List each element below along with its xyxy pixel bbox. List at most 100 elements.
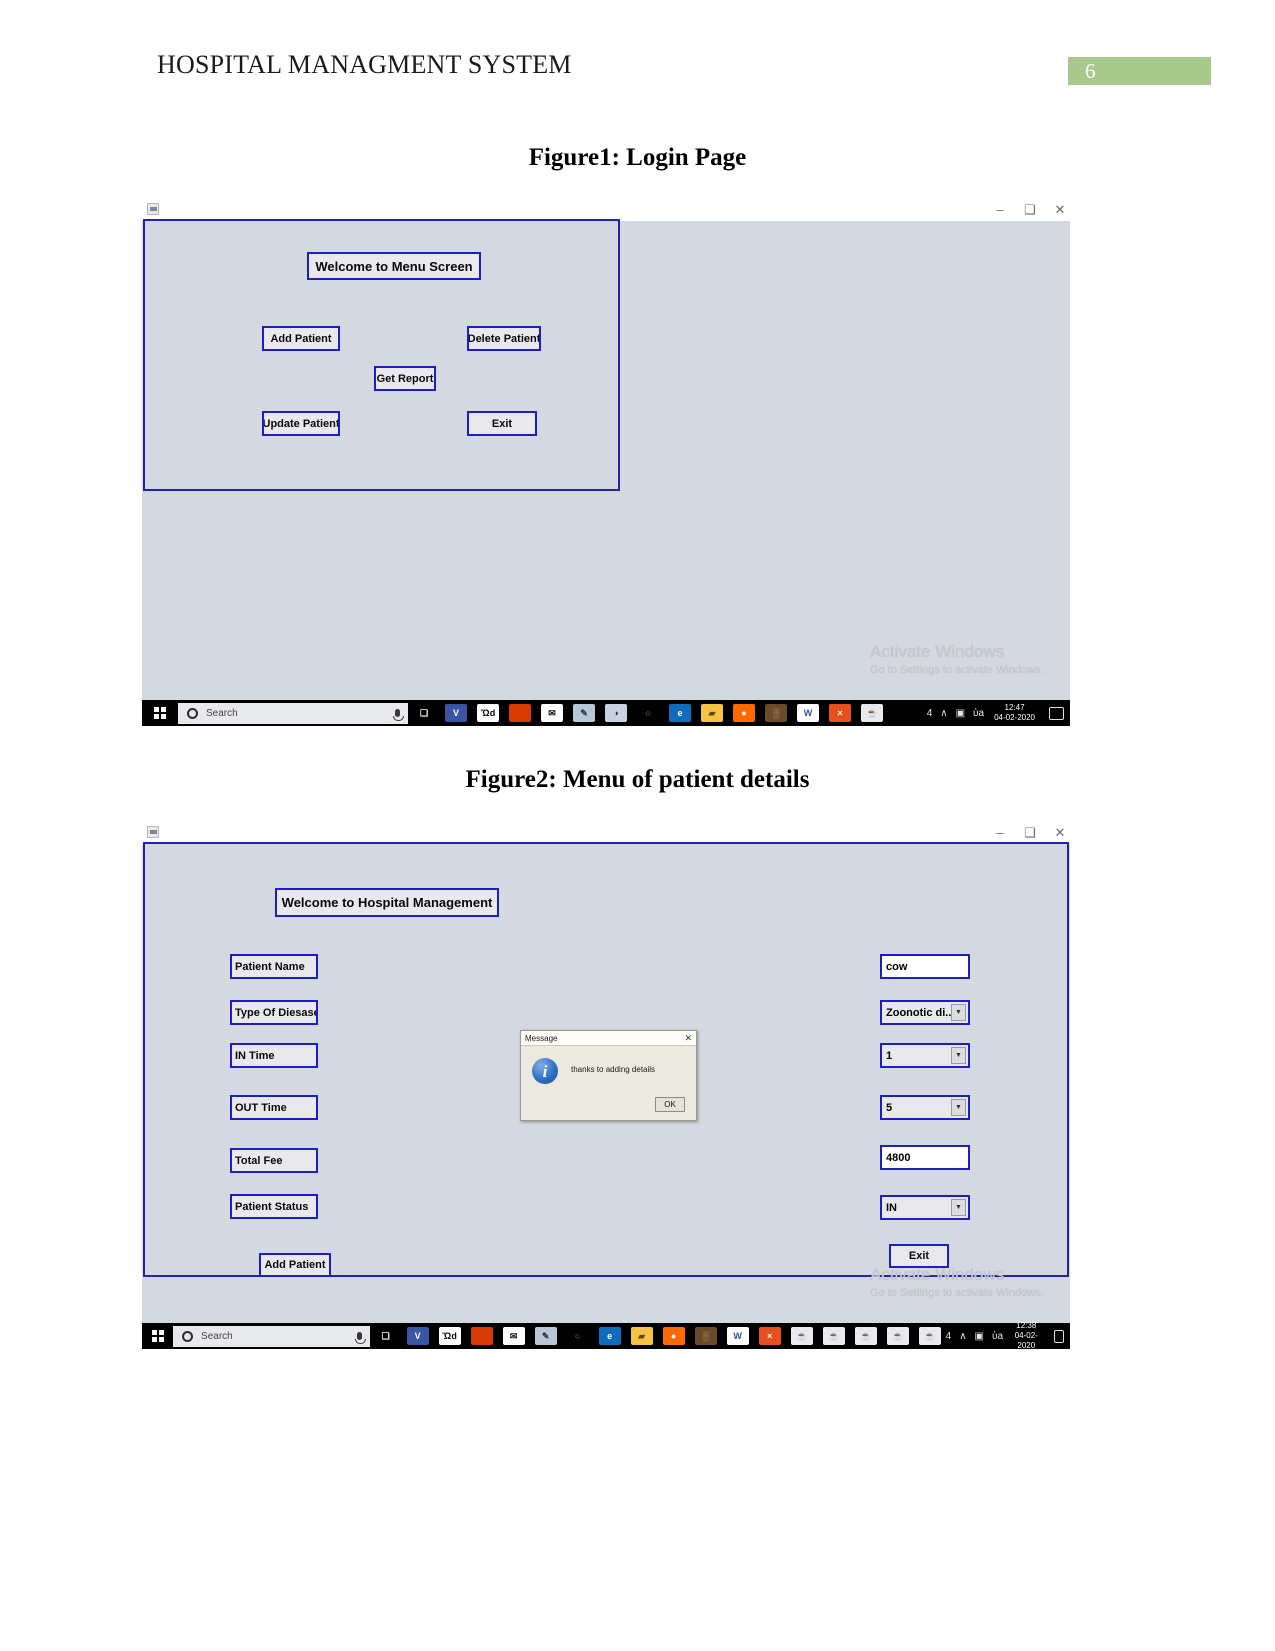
word-icon[interactable]: W	[727, 1327, 749, 1345]
notification-center-icon[interactable]	[1049, 707, 1064, 720]
taskbar-search-box[interactable]: Search	[173, 1326, 370, 1347]
show-hidden-icons[interactable]: ∧	[940, 708, 947, 719]
paint-icon[interactable]: ✎	[573, 704, 595, 722]
java-app-1-icon[interactable]: ☕	[791, 1327, 813, 1345]
office-icon[interactable]	[471, 1327, 493, 1345]
cortana-icon	[187, 708, 198, 719]
input-patient-name[interactable]: cow	[880, 954, 970, 979]
paint-icon[interactable]: ✎	[535, 1327, 557, 1345]
java-app-5-icon[interactable]: ☕	[919, 1327, 941, 1345]
label-type-of-diseases: Type Of Diesases	[230, 1000, 318, 1025]
xmind-icon[interactable]: ×	[829, 704, 851, 722]
select-in-time[interactable]: 1 ▼	[880, 1043, 970, 1068]
visio-icon[interactable]: V	[445, 704, 467, 722]
watermark-line-1: Activate Windows	[870, 642, 1044, 662]
game-icon[interactable]: ░	[765, 704, 787, 722]
chevron-down-icon[interactable]: ▼	[951, 1099, 966, 1116]
activate-windows-watermark: Activate Windows Go to Settings to activ…	[870, 1265, 1044, 1299]
welcome-title-box: Welcome to Menu Screen	[307, 252, 481, 280]
input-total-fee[interactable]: 4800	[880, 1145, 970, 1170]
taskbar-clock[interactable]: 12:47 04-02-2020	[994, 703, 1035, 723]
mail-icon[interactable]: ✉	[541, 704, 563, 722]
show-hidden-icons[interactable]: ∧	[959, 1331, 966, 1342]
activate-windows-watermark: Activate Windows Go to Settings to activ…	[870, 642, 1044, 676]
microsoft-store-icon[interactable]: Ὤd	[439, 1327, 461, 1345]
mail-icon[interactable]: ✉	[503, 1327, 525, 1345]
network-icon[interactable]: ▣	[956, 708, 965, 719]
select-type-of-diseases[interactable]: Zoonotic di... ▼	[880, 1000, 970, 1025]
select-out-time[interactable]: 5 ▼	[880, 1095, 970, 1120]
network-icon[interactable]: ▣	[975, 1331, 984, 1342]
word-icon[interactable]: W	[797, 704, 819, 722]
taskbar-search-box[interactable]: Search	[178, 703, 408, 724]
firefox-icon[interactable]: ●	[733, 704, 755, 722]
microsoft-store-icon[interactable]: Ὤd	[477, 704, 499, 722]
file-explorer-icon[interactable]: ▰	[701, 704, 723, 722]
update-patient-button[interactable]: Update Patient	[262, 411, 340, 436]
windows-taskbar: Search ❑ V Ὤd ✉ ✎ ◑ ○ e ▰ ● ░ W × ☕ ὆4 ∧ ▣ ὐa 12:47 04-0…	[142, 700, 1070, 726]
task-view-icon[interactable]: ❑	[413, 704, 435, 722]
windows-logo-icon	[152, 1330, 164, 1342]
task-view-icon[interactable]: ❑	[375, 1327, 397, 1345]
select-patient-status[interactable]: IN ▼	[880, 1195, 970, 1220]
delete-patient-button[interactable]: Delete Patient	[467, 326, 541, 351]
system-tray: ὆4 ∧ ▣ ὐa 12:47 04-02-2020	[927, 700, 1070, 726]
volume-icon[interactable]: ὐa	[992, 1331, 1003, 1342]
close-icon[interactable]: ✕	[1054, 203, 1066, 216]
java-app-2-icon[interactable]: ☕	[823, 1327, 845, 1345]
maximize-icon[interactable]: ❑	[1024, 203, 1036, 216]
clock-time: 12:47	[994, 703, 1035, 713]
java-app-icon[interactable]: ☕	[861, 704, 883, 722]
minimize-icon[interactable]: –	[994, 203, 1006, 216]
edge-icon[interactable]: e	[599, 1327, 621, 1345]
visio-icon[interactable]: V	[407, 1327, 429, 1345]
add-patient-button[interactable]: Add Patient	[262, 326, 340, 351]
microphone-icon[interactable]	[395, 709, 400, 717]
paint-3d-icon[interactable]: ◑	[605, 704, 627, 722]
page-number-badge: 6	[1068, 57, 1211, 85]
game-icon[interactable]: ░	[695, 1327, 717, 1345]
watermark-line-1: Activate Windows	[870, 1265, 1044, 1285]
get-report-button[interactable]: Get Report	[374, 366, 436, 391]
loading-ring-icon[interactable]: ○	[567, 1327, 589, 1345]
microphone-icon[interactable]	[357, 1332, 362, 1340]
search-placeholder: Search	[206, 708, 238, 719]
info-icon-glyph: i	[543, 1063, 548, 1080]
select-out-time-value: 5	[886, 1102, 892, 1114]
edge-icon[interactable]: e	[669, 704, 691, 722]
java-app-4-icon[interactable]: ☕	[887, 1327, 909, 1345]
notification-center-icon[interactable]	[1054, 1330, 1064, 1343]
select-patient-status-value: IN	[886, 1202, 897, 1214]
java-app-icon	[147, 203, 159, 215]
file-explorer-icon[interactable]: ▰	[631, 1327, 653, 1345]
clock-date: 04-02-2020	[1013, 1331, 1040, 1351]
watermark-line-2: Go to Settings to activate Windows.	[870, 664, 1044, 676]
minimize-icon[interactable]: –	[994, 826, 1006, 839]
chevron-down-icon[interactable]: ▼	[951, 1199, 966, 1216]
window-controls: – ❑ ✕	[994, 821, 1066, 844]
start-button[interactable]	[142, 1323, 173, 1349]
clock-date: 04-02-2020	[994, 713, 1035, 723]
welcome-title-box: Welcome to Hospital Management	[275, 888, 499, 917]
people-icon[interactable]: ὆4	[927, 708, 933, 719]
office-icon[interactable]	[509, 704, 531, 722]
people-icon[interactable]: ὆4	[946, 1331, 952, 1342]
watermark-line-2: Go to Settings to activate Windows.	[870, 1287, 1044, 1299]
volume-icon[interactable]: ὐa	[973, 708, 984, 719]
java-app-3-icon[interactable]: ☕	[855, 1327, 877, 1345]
dialog-close-icon[interactable]: ✕	[684, 1033, 692, 1043]
taskbar-clock[interactable]: 12:38 04-02-2020	[1013, 1321, 1040, 1351]
maximize-icon[interactable]: ❑	[1024, 826, 1036, 839]
chevron-down-icon[interactable]: ▼	[951, 1004, 966, 1021]
dialog-ok-button[interactable]: OK	[655, 1097, 685, 1112]
xmind-icon[interactable]: ×	[759, 1327, 781, 1345]
exit-button[interactable]: Exit	[467, 411, 537, 436]
close-icon[interactable]: ✕	[1054, 826, 1066, 839]
loading-ring-icon[interactable]: ○	[637, 704, 659, 722]
add-patient-button[interactable]: Add Patient	[259, 1253, 331, 1277]
info-icon: i	[532, 1058, 558, 1084]
start-button[interactable]	[142, 700, 178, 726]
figure1-caption: Figure1: Login Page	[0, 144, 1275, 172]
chevron-down-icon[interactable]: ▼	[951, 1047, 966, 1064]
firefox-icon[interactable]: ●	[663, 1327, 685, 1345]
